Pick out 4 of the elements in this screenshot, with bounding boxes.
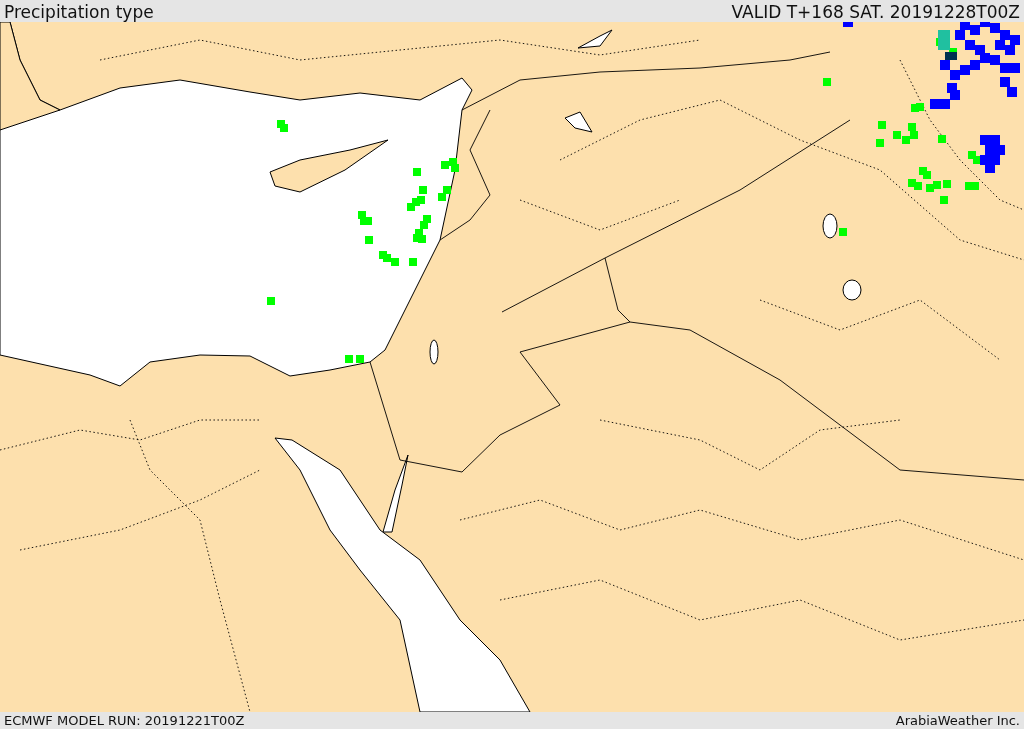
credit-label: ArabiaWeather Inc. <box>895 711 1020 729</box>
model-run-label: ECMWF MODEL RUN: 20191221T00Z <box>4 711 245 729</box>
valid-time: VALID T+168 SAT. 20191228T00Z <box>731 2 1020 22</box>
map-title: Precipitation type <box>4 2 154 22</box>
